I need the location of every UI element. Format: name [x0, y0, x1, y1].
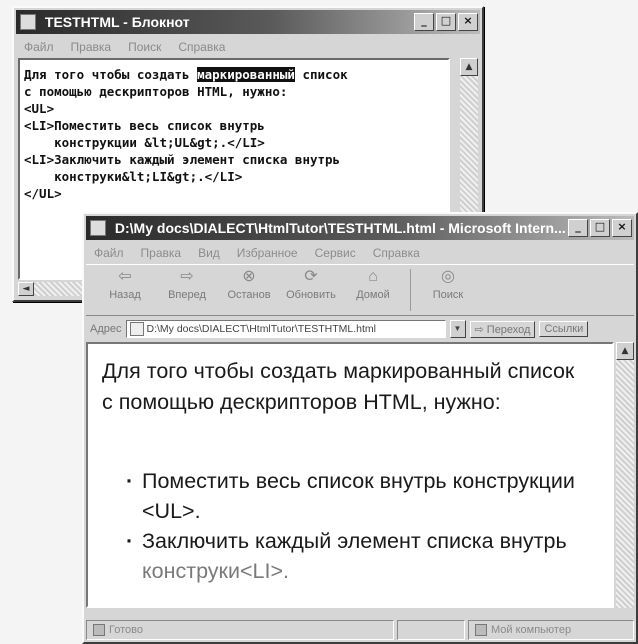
menu-help[interactable]: Справка [373, 246, 420, 260]
address-bar: Адрес D:\My docs\DIALECT\HtmlTutor\TESTH… [86, 318, 634, 340]
toolbar-separator [410, 269, 411, 311]
close-button[interactable]: × [458, 13, 478, 31]
back-button[interactable]: ⇦ Назад [94, 265, 156, 301]
text-line: с помощью дескрипторов HTML, нужно: [24, 84, 288, 99]
scroll-up-icon[interactable]: ▲ [460, 58, 478, 76]
forward-button[interactable]: ⇨ Вперед [156, 265, 218, 301]
browser-window: D:\My docs\DIALECT\HtmlTutor\TESTHTML.ht… [82, 212, 638, 644]
status-bar: Готово Мой компьютер [86, 620, 634, 640]
browser-vertical-scrollbar[interactable]: ▲ [616, 342, 634, 608]
text-line: конструки&lt;LI&gt;.</LI> [24, 169, 243, 184]
menu-help[interactable]: Справка [178, 40, 225, 54]
minimize-button[interactable]: _ [568, 219, 588, 237]
maximize-button[interactable]: □ [590, 219, 610, 237]
address-label: Адрес [90, 323, 122, 335]
links-button[interactable]: Ссылки [539, 321, 589, 337]
text-line: </UL> [24, 186, 62, 201]
selected-text: маркированный [197, 67, 295, 82]
menu-view[interactable]: Вид [198, 246, 220, 260]
notepad-icon [20, 14, 36, 31]
close-button[interactable]: × [612, 219, 632, 237]
search-button[interactable]: ◎ Поиск [417, 265, 479, 301]
page-content: Для того чтобы создать маркированный спи… [86, 342, 614, 608]
search-icon: ◎ [441, 268, 455, 285]
text-line: Для того чтобы создать маркированный спи… [24, 67, 348, 82]
home-icon: ⌂ [368, 268, 378, 285]
bullet-list: Поместить весь список внутрь конструкции… [126, 466, 586, 586]
page-status-icon [93, 624, 105, 637]
address-input[interactable]: D:\My docs\DIALECT\HtmlTutor\TESTHTML.ht… [125, 320, 446, 338]
scroll-up-icon[interactable]: ▲ [616, 342, 634, 360]
page-icon [129, 322, 144, 336]
ie-icon [90, 220, 106, 237]
scroll-left-icon[interactable]: ◄ [18, 282, 34, 296]
text-line: <UL> [24, 101, 55, 116]
menu-file[interactable]: Файл [24, 40, 54, 54]
notepad-menubar: Файл Правка Поиск Справка [16, 38, 480, 56]
address-value: D:\My docs\DIALECT\HtmlTutor\TESTHTML.ht… [146, 323, 376, 335]
notepad-title: TESTHTML - Блокнот [44, 14, 190, 30]
zone-indicator: Мой компьютер [468, 620, 634, 640]
list-item: Заключить каждый элемент списка внутрь к… [126, 526, 586, 586]
status-text: Готово [86, 620, 394, 640]
text-line: конструкции &lt;UL&gt;.</LI> [24, 135, 265, 150]
menu-file[interactable]: Файл [94, 246, 124, 260]
menu-edit[interactable]: Правка [141, 246, 182, 260]
menu-tools[interactable]: Сервис [315, 246, 356, 260]
browser-title: D:\My docs\DIALECT\HtmlTutor\TESTHTML.ht… [114, 220, 566, 236]
refresh-button[interactable]: ⟳ Обновить [280, 265, 342, 301]
content-paragraph: Для того чтобы создать маркированный спи… [102, 359, 575, 414]
status-pane [397, 620, 465, 640]
forward-arrow-icon: ⇨ [180, 268, 194, 285]
list-item: Поместить весь список внутрь конструкции… [126, 466, 586, 526]
back-arrow-icon: ⇦ [118, 268, 132, 285]
go-button[interactable]: ⇨ Переход [469, 320, 536, 338]
browser-titlebar[interactable]: D:\My docs\DIALECT\HtmlTutor\TESTHTML.ht… [86, 216, 634, 240]
minimize-button[interactable]: _ [414, 13, 434, 31]
menu-search[interactable]: Поиск [128, 40, 161, 54]
maximize-button[interactable]: □ [436, 13, 456, 31]
refresh-icon: ⟳ [304, 268, 318, 285]
text-line: <LI>Поместить весь список внутрь [24, 118, 265, 133]
chevron-down-icon[interactable]: ▼ [449, 320, 466, 338]
stop-button[interactable]: ⊗ Останов [218, 265, 280, 301]
menu-edit[interactable]: Правка [71, 40, 112, 54]
text-line: <LI>Заключить каждый элемент списка внут… [24, 152, 341, 167]
notepad-titlebar[interactable]: TESTHTML - Блокнот _ □ × [16, 10, 480, 34]
browser-toolbar: ⇦ Назад ⇨ Вперед ⊗ Останов ⟳ Обновить ⌂ Домой… [86, 264, 634, 316]
browser-menubar: Файл Правка Вид Избранное Сервис Справка [86, 244, 634, 262]
stop-icon: ⊗ [242, 268, 256, 285]
computer-icon [475, 624, 487, 637]
menu-favorites[interactable]: Избранное [237, 246, 298, 260]
home-button[interactable]: ⌂ Домой [342, 265, 404, 301]
